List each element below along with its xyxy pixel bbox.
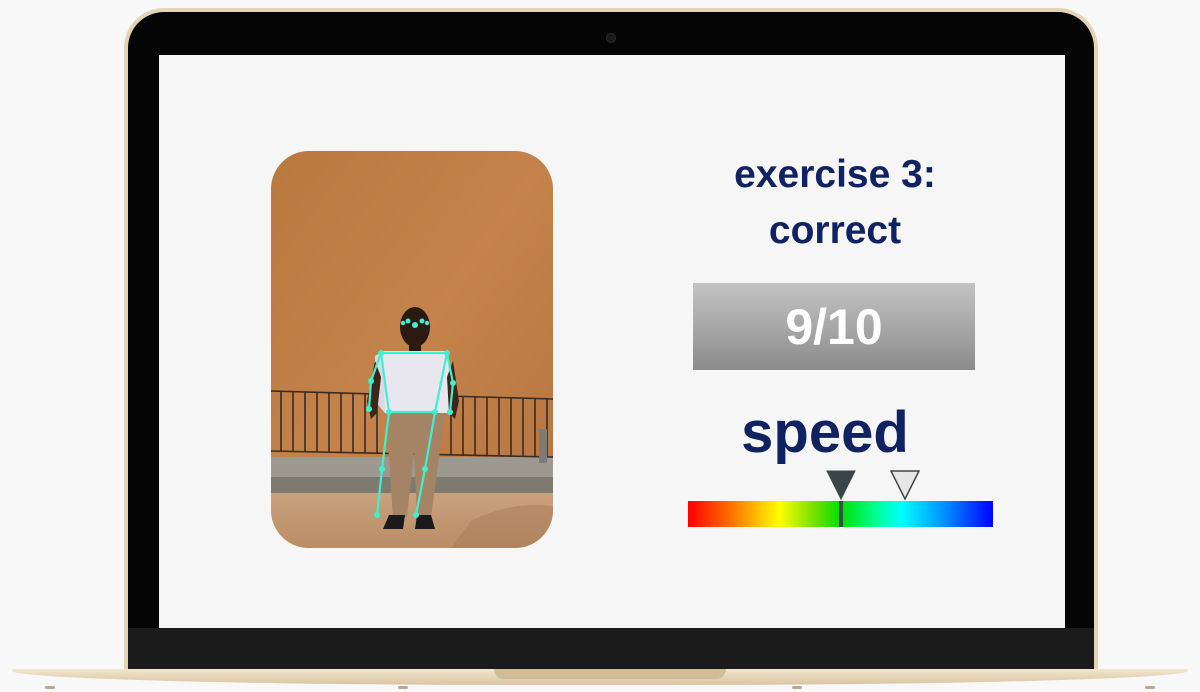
- exercise-status: correct: [768, 209, 902, 252]
- laptop-foot: [45, 686, 55, 689]
- webcam-icon: [606, 33, 616, 43]
- laptop-chin: [128, 628, 1094, 670]
- laptop-base-notch: [494, 669, 726, 679]
- score-badge: 9/10: [693, 283, 975, 370]
- speed-label: speed: [741, 400, 909, 465]
- pose-skeleton-image: [271, 151, 553, 548]
- filled-triangle-down-icon: [825, 470, 856, 500]
- laptop-foot: [1145, 686, 1155, 689]
- outline-triangle-down-icon: [889, 470, 920, 500]
- exercise-title: exercise 3: correct: [700, 147, 970, 259]
- exercise-title-line1: exercise 3:: [734, 153, 936, 196]
- laptop-foot: [792, 686, 802, 689]
- pose-camera-view: [271, 151, 553, 548]
- laptop-foot: [398, 686, 408, 689]
- speed-meter: [688, 470, 993, 530]
- score-value: 9/10: [785, 298, 883, 355]
- speed-current-needle: [838, 501, 843, 527]
